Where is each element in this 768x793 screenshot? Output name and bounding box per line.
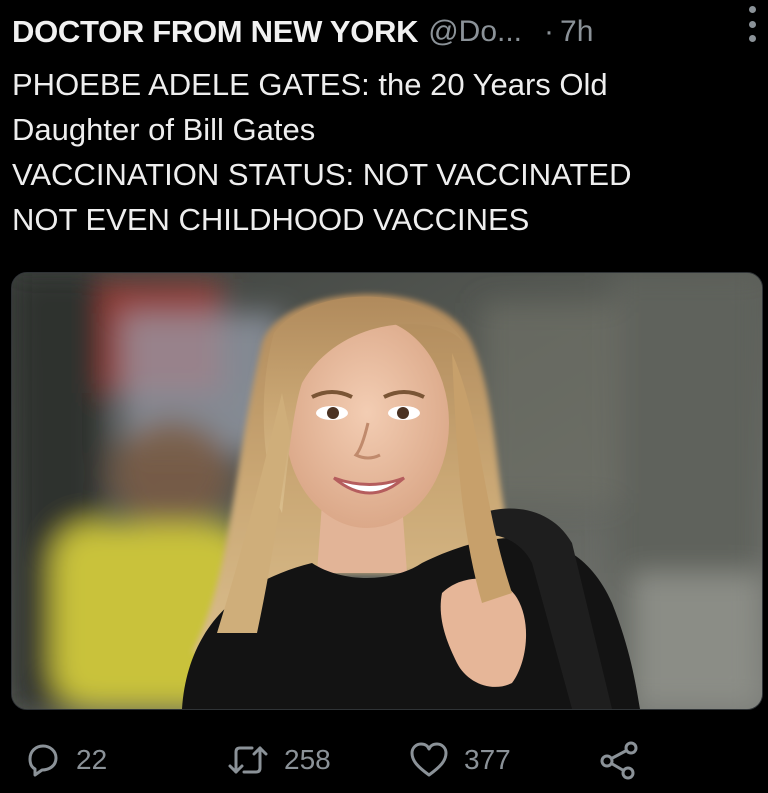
tweet-header: DOCTOR FROM NEW YORK @Do... · 7h [12,10,756,54]
tweet-text-line: NOT EVEN CHILDHOOD VACCINES [12,202,530,237]
author-handle[interactable]: @Do... [428,15,522,49]
tweet-text-line: Daughter of Bill Gates [12,112,316,147]
author-name[interactable]: DOCTOR FROM NEW YORK [12,14,419,50]
timestamp[interactable]: 7h [560,15,593,49]
tweet-photo[interactable] [11,272,763,710]
share-icon [600,741,638,780]
share-button[interactable] [598,735,640,785]
tweet-text-line: VACCINATION STATUS: NOT VACCINATED [12,157,632,192]
photo-illustration [12,273,762,709]
tweet-text: PHOEBE ADELE GATES: the 20 Years Old Dau… [12,62,756,242]
more-dot [748,20,756,28]
reply-count: 22 [76,744,108,775]
retweet-button[interactable]: 258 [226,735,331,785]
more-dot [748,6,756,13]
action-bar: 22 258 377 [0,735,768,785]
like-button[interactable]: 377 [408,735,511,785]
retweet-icon [228,746,268,774]
heart-icon [410,742,448,777]
like-count: 377 [464,744,511,775]
tweet-text-line: PHOEBE ADELE GATES: the 20 Years Old [12,67,608,102]
reply-button[interactable]: 22 [22,735,107,785]
separator-dot: · [544,15,555,48]
more-options-icon[interactable] [742,4,762,44]
retweet-count: 258 [284,744,331,775]
reply-bubble-icon [28,744,58,777]
more-dot [748,35,756,42]
